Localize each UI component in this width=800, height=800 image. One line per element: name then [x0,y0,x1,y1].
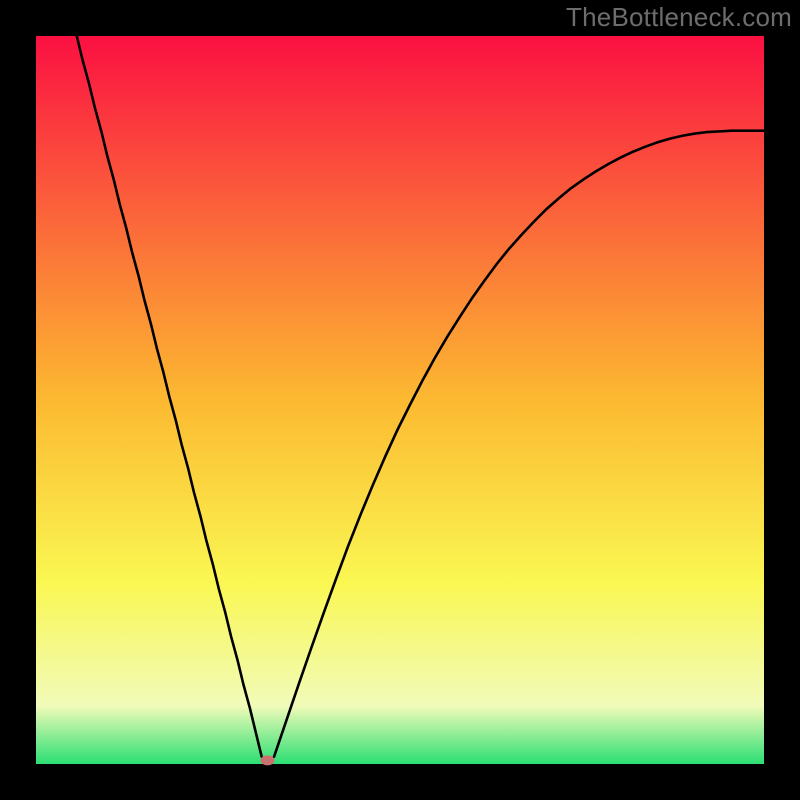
watermark: TheBottleneck.com [566,2,792,33]
chart-svg [0,0,800,800]
minimum-marker [261,755,275,765]
chart-container: TheBottleneck.com [0,0,800,800]
plot-area [36,36,764,764]
